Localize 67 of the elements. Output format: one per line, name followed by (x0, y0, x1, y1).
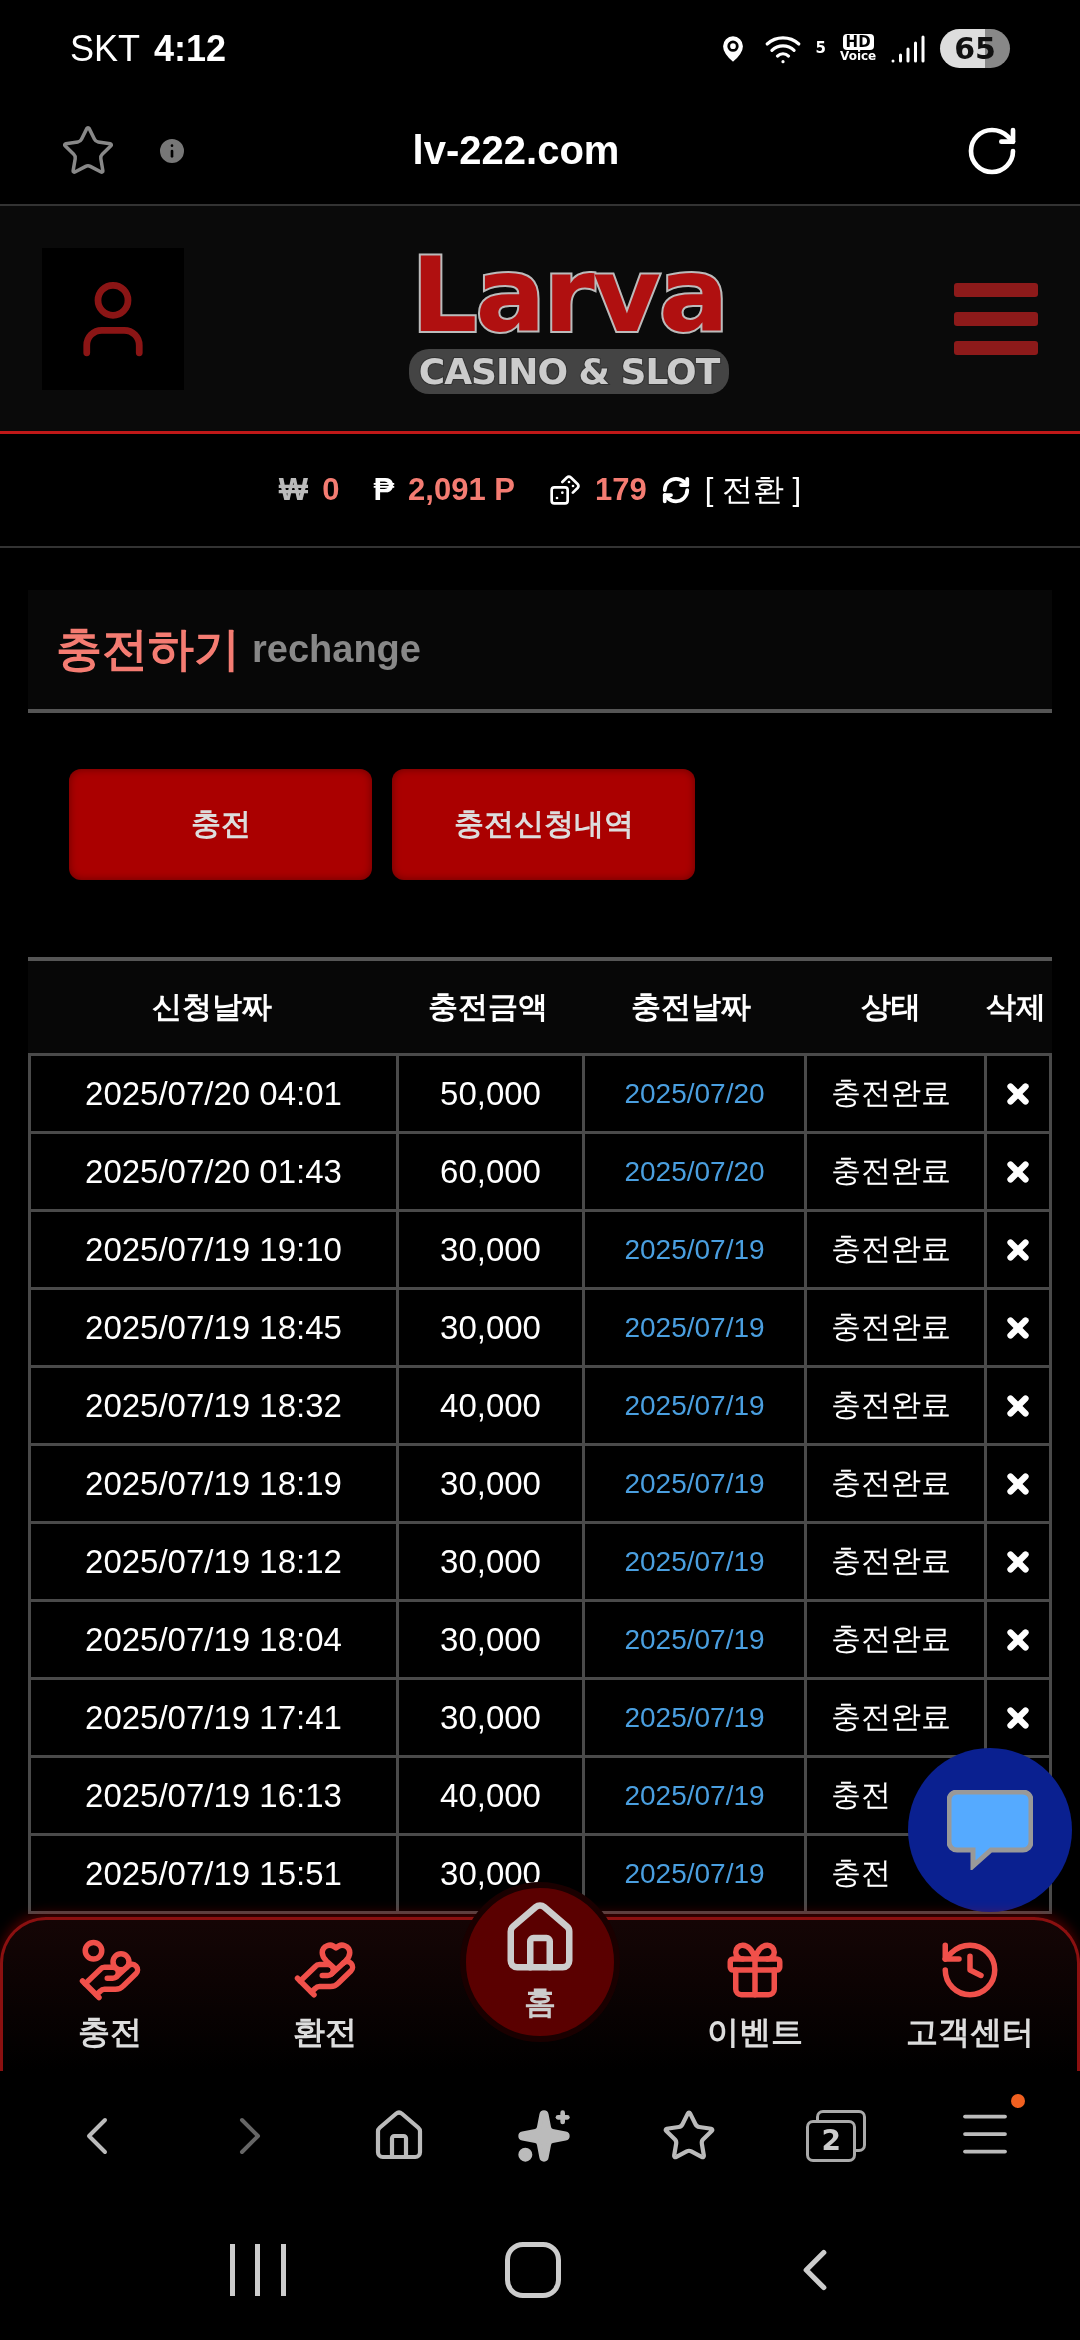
table-cell: 2025/07/20 04:01 (31, 1056, 396, 1131)
column-header: 신청날짜 (150, 987, 273, 1026)
url-text[interactable]: lv-222.com (228, 128, 804, 173)
column-header: 충전금액 (426, 987, 549, 1026)
table-cell: 2025/07/19 18:04 (31, 1602, 396, 1677)
battery-indicator: 65 (940, 29, 1010, 68)
column-header: 충전날짜 (629, 987, 752, 1026)
table-cell: 40,000 (399, 1368, 582, 1443)
nav-item[interactable]: 이벤트 (647, 1920, 863, 2071)
table-cell: 충전완료 (807, 1680, 984, 1755)
table-cell: 충전완료 (807, 1212, 984, 1287)
table-cell: 2025/07/19 (585, 1680, 804, 1755)
nav-item[interactable]: 고객센터 (862, 1920, 1077, 2071)
table-cell: 60,000 (399, 1134, 582, 1209)
nav-item[interactable]: 충전 (3, 1920, 218, 2071)
wifi-band-label: 5 (815, 41, 826, 56)
table-cell: 2025/07/19 (585, 1836, 804, 1911)
table-cell: 2025/07/20 (585, 1056, 804, 1131)
convert-button[interactable]: [ 전환 ] (704, 469, 802, 511)
table-cell: 2025/07/19 (585, 1602, 804, 1677)
table-cell: 충전완료 (807, 1524, 984, 1599)
table-cell: 30,000 (399, 1446, 582, 1521)
section-subtitle: rechange (252, 628, 421, 671)
table-cell: 2025/07/20 (585, 1134, 804, 1209)
table-cell: 충전완료 (807, 1134, 984, 1209)
table-cell: 충전완료 (807, 1056, 984, 1131)
clock-time: 4:12 (154, 27, 227, 70)
table-cell: 2025/07/19 (585, 1368, 804, 1443)
section-title: 충전하기 (56, 620, 240, 678)
table-cell: 충전완료 (807, 1602, 984, 1677)
table-cell: 충전완료 (807, 1446, 984, 1521)
point-balance: 2,091 P (408, 472, 515, 508)
column-header: 상태 (859, 987, 922, 1026)
won-symbol: ₩ (278, 472, 309, 508)
carrier-label: SKT (70, 27, 140, 70)
column-header: 삭제 (985, 987, 1047, 1026)
table-cell: 충전완료 (807, 1290, 984, 1365)
table-cell: 2025/07/20 01:43 (31, 1134, 396, 1209)
table-cell: 30,000 (399, 1212, 582, 1287)
table-cell: 50,000 (399, 1056, 582, 1131)
table-cell: 2025/07/19 19:10 (31, 1212, 396, 1287)
action-button[interactable]: 충전신청내역 (392, 769, 695, 880)
table-cell: 2025/07/19 (585, 1212, 804, 1287)
table-cell: 2025/07/19 (585, 1446, 804, 1521)
logo-subtitle: CASINO & SLOT (408, 349, 730, 394)
table-cell: 2025/07/19 18:45 (31, 1290, 396, 1365)
chip-balance: 179 (594, 472, 647, 508)
won-balance: 0 (322, 472, 340, 508)
table-cell: 30,000 (399, 1524, 582, 1599)
table-cell: 2025/07/19 (585, 1758, 804, 1833)
nav-item[interactable]: 환전 (217, 1920, 433, 2071)
table-cell: 30,000 (399, 1290, 582, 1365)
table-cell: 2025/07/19 16:13 (31, 1758, 396, 1833)
table-cell: 충전완료 (807, 1368, 984, 1443)
table-cell: 2025/07/19 (585, 1524, 804, 1599)
logo-title: Larva (411, 243, 727, 347)
table-cell: 2025/07/19 17:41 (31, 1680, 396, 1755)
table-cell: 30,000 (399, 1602, 582, 1677)
table-cell: 2025/07/19 18:19 (31, 1446, 396, 1521)
point-symbol: ₱ (373, 472, 395, 508)
table-cell: 2025/07/19 18:12 (31, 1524, 396, 1599)
table-cell: 2025/07/19 18:32 (31, 1368, 396, 1443)
table-cell: 30,000 (399, 1680, 582, 1755)
action-button[interactable]: 충전 (69, 769, 372, 880)
table-cell: 40,000 (399, 1758, 582, 1833)
table-cell: 2025/07/19 (585, 1290, 804, 1365)
table-cell: 2025/07/19 15:51 (31, 1836, 396, 1911)
